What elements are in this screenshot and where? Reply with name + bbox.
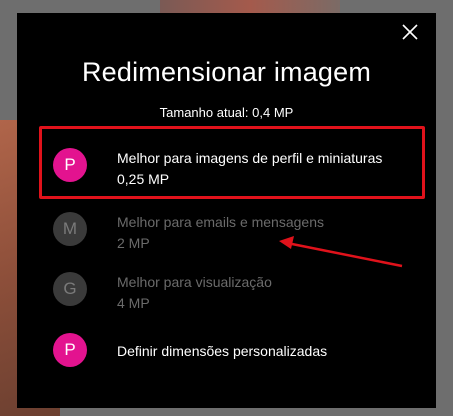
background-photo-top xyxy=(160,0,340,14)
annotation-arrow xyxy=(279,236,403,268)
resize-image-dialog: Redimensionar imagem Tamanho atual: 0,4 … xyxy=(17,13,436,408)
